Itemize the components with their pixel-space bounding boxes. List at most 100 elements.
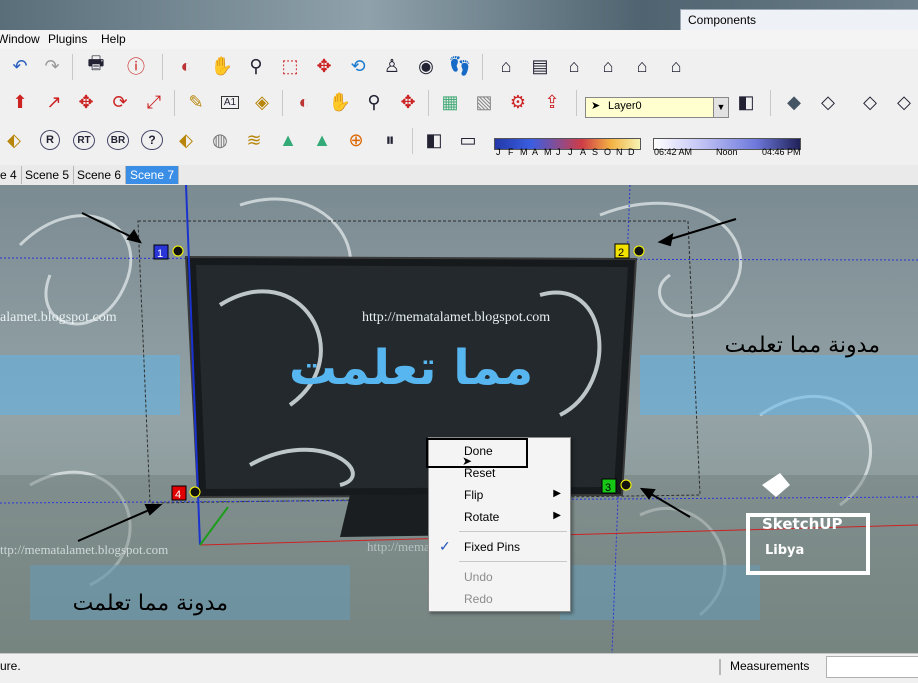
- pin-2-handle[interactable]: [633, 245, 645, 257]
- menu-item-fixed-pins[interactable]: ✓ Fixed Pins: [429, 536, 570, 558]
- redo-icon[interactable]: ↷: [38, 52, 66, 80]
- look-around-icon[interactable]: ◉: [412, 52, 440, 80]
- pin-4-handle[interactable]: [189, 486, 201, 498]
- tab-scene-6[interactable]: Scene 6: [73, 166, 127, 184]
- orbit-icon-2[interactable]: ◐: [290, 88, 318, 116]
- zoom-icon-2[interactable]: ⚲: [360, 88, 388, 116]
- month-label: M: [520, 147, 528, 157]
- back-view-icon[interactable]: ⌂: [628, 52, 656, 80]
- iso-view-icon[interactable]: ⌂: [492, 52, 520, 80]
- right-arabic-caption: مدونة مما تعلمت: [724, 333, 880, 358]
- tab-scene-7[interactable]: Scene 7: [126, 166, 180, 184]
- scene-tabs: e 4 Scene 5 Scene 6 Scene 7: [0, 165, 918, 186]
- tag-icon-2[interactable]: ⬖: [172, 126, 200, 154]
- zoom-extents-icon[interactable]: ✥: [310, 52, 338, 80]
- top-view-icon[interactable]: ▤: [526, 52, 554, 80]
- menu-item-rotate[interactable]: Rotate ▶: [429, 506, 570, 528]
- menu-window[interactable]: Window: [0, 32, 40, 46]
- tab-scene-4[interactable]: e 4: [0, 166, 22, 184]
- pin-3-handle[interactable]: [620, 479, 632, 491]
- zoom-icon[interactable]: ⚲: [242, 52, 270, 80]
- print-icon[interactable]: 🖶: [82, 52, 110, 80]
- toolbar-separator: [282, 90, 283, 116]
- pan-icon-2[interactable]: ✋: [326, 88, 354, 116]
- scale-icon[interactable]: ⤢: [140, 88, 168, 116]
- follow-me-icon[interactable]: ↗: [40, 88, 68, 116]
- pin-1-handle[interactable]: [172, 245, 184, 257]
- tab-scene-5[interactable]: Scene 5: [21, 166, 75, 184]
- context-menu: Done ➤ Reset Flip ▶ Rotate ▶ ✓ Fixed Pin…: [426, 437, 571, 612]
- wireframe-style-icon[interactable]: ◇: [814, 88, 842, 116]
- menu-item-undo[interactable]: Undo: [429, 566, 570, 588]
- status-text: ure.: [0, 659, 21, 673]
- push-pull-icon[interactable]: ⬆: [6, 88, 34, 116]
- tag-icon[interactable]: ⬖: [0, 126, 28, 154]
- front-view-icon[interactable]: ⌂: [560, 52, 588, 80]
- menu-item-undo-label: Undo: [464, 570, 493, 584]
- model-info-icon[interactable]: ⓘ: [122, 52, 150, 80]
- shadow-settings-icon[interactable]: ◧: [420, 126, 448, 154]
- menu-plugins[interactable]: Plugins: [48, 32, 87, 46]
- geo-location-icon[interactable]: ▦: [436, 88, 464, 116]
- toolbar-separator: [770, 90, 771, 116]
- month-label: M: [544, 147, 552, 157]
- zoom-window-icon[interactable]: ⬚: [276, 52, 304, 80]
- toolbar-separator: [412, 128, 413, 154]
- pin-4-number: 4: [175, 489, 181, 501]
- orbit-icon[interactable]: ◐: [172, 52, 200, 80]
- text-tool-icon[interactable]: A1: [216, 88, 244, 116]
- menu-item-flip-label: Flip: [464, 488, 484, 502]
- position-camera-icon[interactable]: ♙: [378, 52, 406, 80]
- left-url-text: alamet.blogspot.com: [0, 310, 117, 325]
- previous-view-icon[interactable]: ⟲: [344, 52, 372, 80]
- menu-item-flip[interactable]: Flip ▶: [429, 484, 570, 506]
- target-icon[interactable]: ⊕: [342, 126, 370, 154]
- time-end-label: 04:46 PM: [762, 147, 801, 157]
- paint-bucket-icon[interactable]: ◈: [248, 88, 276, 116]
- plugin-br-button[interactable]: BR: [104, 126, 132, 154]
- toolbar-area: ↶ ↷ 🖶 ⓘ ◐ ✋ ⚲ ⬚ ✥ ⟲ ♙ ◉ 👣 ⌂ ▤ ⌂ ⌂ ⌂ ⌂ ⬆ …: [0, 49, 918, 165]
- submenu-arrow-icon: ▶: [553, 510, 561, 521]
- toolbar-separator: [576, 90, 577, 116]
- terrain-icon-2[interactable]: ▲: [308, 126, 336, 154]
- layer-dropdown[interactable]: ➤ Layer0 ▼: [585, 97, 729, 118]
- right-view-icon[interactable]: ⌂: [594, 52, 622, 80]
- toolbar-row-1: ↶ ↷ 🖶 ⓘ ◐ ✋ ⚲ ⬚ ✥ ⟲ ♙ ◉ 👣 ⌂ ▤ ⌂ ⌂ ⌂ ⌂: [0, 52, 918, 88]
- component-icon[interactable]: ⚙: [504, 88, 532, 116]
- layer-manager-icon[interactable]: ◧: [732, 88, 760, 116]
- tape-measure-icon[interactable]: ✎: [182, 88, 210, 116]
- shaded-style-icon[interactable]: ◇: [890, 88, 918, 116]
- terrain-icon[interactable]: ▲: [274, 126, 302, 154]
- plugin-rt-button[interactable]: RT: [70, 126, 98, 154]
- hidden-line-style-icon[interactable]: ◇: [856, 88, 884, 116]
- chevron-down-icon[interactable]: ▼: [713, 98, 728, 117]
- menu-item-redo-label: Redo: [464, 592, 493, 606]
- walk-icon[interactable]: 👣: [446, 52, 474, 80]
- zoom-extents-icon-2[interactable]: ✥: [394, 88, 422, 116]
- photo-textures-icon[interactable]: ▧: [470, 88, 498, 116]
- menu-help[interactable]: Help: [101, 32, 126, 46]
- left-view-icon[interactable]: ⌂: [662, 52, 690, 80]
- screen-url-text: http://mematalamet.blogspot.com: [362, 310, 551, 325]
- undo-icon[interactable]: ↶: [6, 52, 34, 80]
- menu-item-redo[interactable]: Redo: [429, 588, 570, 610]
- measurements-input[interactable]: [826, 656, 918, 678]
- plugin-help-button[interactable]: ?: [138, 126, 166, 154]
- plugin-r-button[interactable]: R: [36, 126, 64, 154]
- display-shadows-icon[interactable]: ▭: [454, 126, 482, 154]
- pin-1-number: 1: [157, 248, 163, 260]
- month-label: F: [508, 147, 514, 157]
- plugin-help-label: ?: [141, 130, 163, 150]
- lines-icon[interactable]: ≋: [240, 126, 268, 154]
- menu-item-done[interactable]: Done ➤: [426, 438, 570, 468]
- rotate-icon[interactable]: ⟳: [106, 88, 134, 116]
- sphere-icon[interactable]: ◍: [206, 126, 234, 154]
- move-icon[interactable]: ✥: [72, 88, 100, 116]
- xray-style-icon[interactable]: ◆: [780, 88, 808, 116]
- pan-icon[interactable]: ✋: [208, 52, 236, 80]
- swirl: [18, 214, 133, 326]
- menu-item-reset-label: Reset: [464, 466, 496, 480]
- menu-item-reset[interactable]: Reset: [429, 462, 570, 484]
- share-model-icon[interactable]: ⇪: [538, 88, 566, 116]
- pause-icon[interactable]: ⏸: [376, 126, 404, 154]
